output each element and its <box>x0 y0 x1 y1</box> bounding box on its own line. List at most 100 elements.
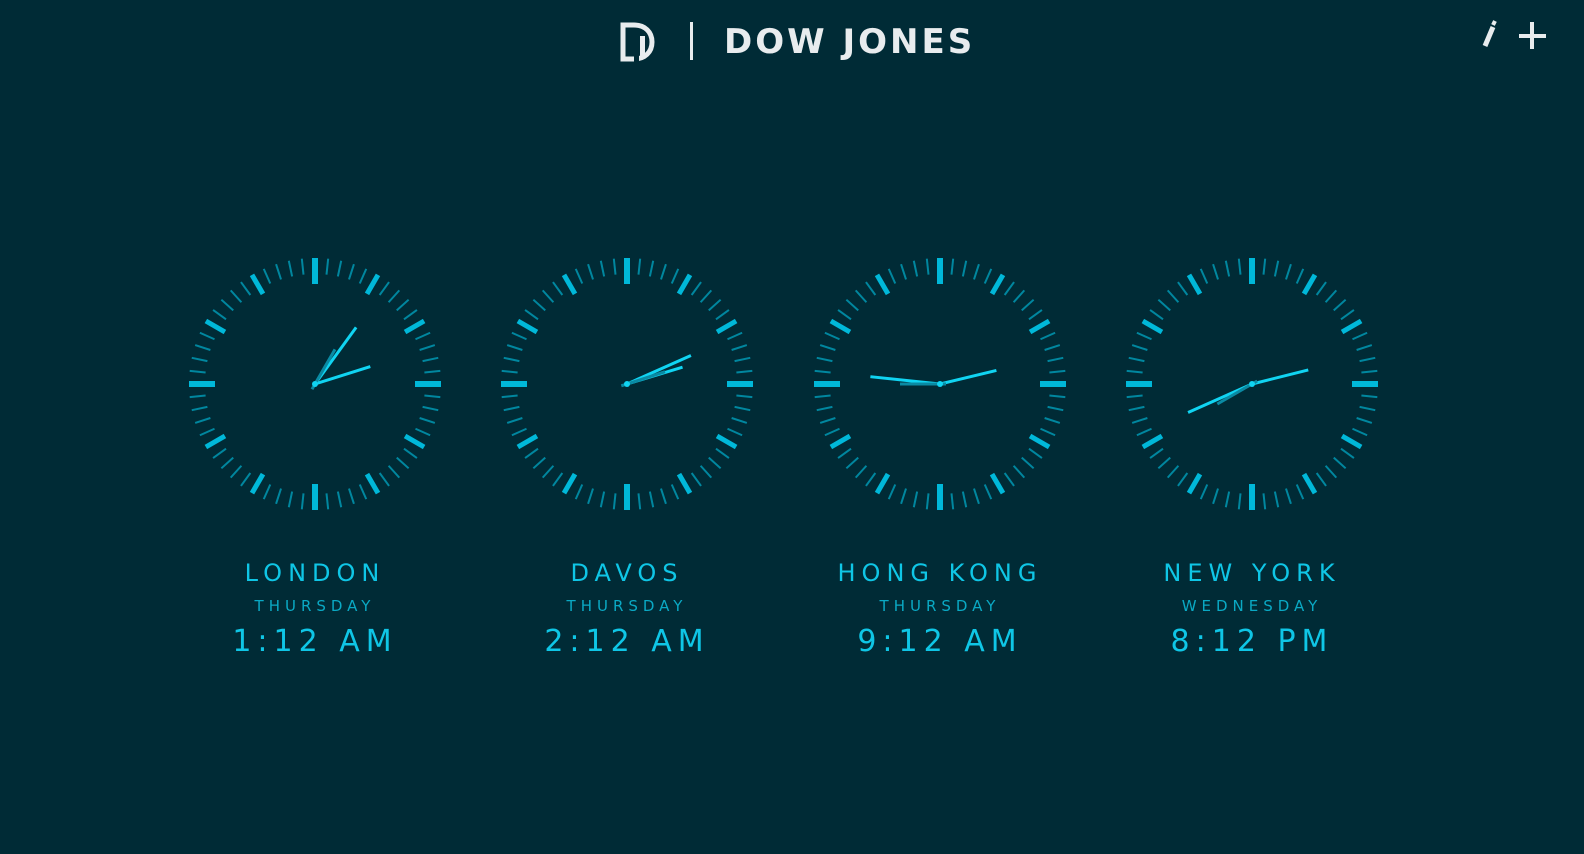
minute-tick <box>670 268 680 284</box>
minute-tick <box>599 260 606 277</box>
minute-tick <box>1315 472 1327 487</box>
minute-tick <box>199 331 215 341</box>
minute-tick <box>511 331 527 341</box>
minute-tick <box>532 298 546 312</box>
minute-tick <box>1012 465 1026 479</box>
minute-tick <box>501 369 518 374</box>
clock-center-dot <box>937 381 943 387</box>
minute-tick <box>325 493 330 510</box>
minute-tick <box>648 491 655 508</box>
minute-tick <box>396 456 410 470</box>
minute-tick <box>1157 298 1171 312</box>
minute-tick <box>501 394 518 399</box>
minute-tick <box>637 258 642 275</box>
minute-tick <box>950 258 955 275</box>
minute-tick <box>837 309 852 321</box>
clock-card-davos[interactable]: DAVOS THURSDAY 2:12 AM <box>499 256 755 676</box>
clock-day: THURSDAY <box>566 597 688 615</box>
clock-city: HONG KONG <box>837 559 1043 587</box>
minute-tick <box>199 427 215 437</box>
minute-tick <box>973 263 980 280</box>
minute-tick <box>699 289 713 303</box>
hour-tick <box>829 433 852 450</box>
clock-face <box>814 258 1066 510</box>
minute-tick <box>424 394 441 399</box>
minute-tick <box>300 493 305 510</box>
minute-tick <box>1273 491 1280 508</box>
minute-tick <box>287 260 294 277</box>
hour-tick <box>715 318 738 335</box>
minute-tick <box>1340 447 1355 459</box>
hour-tick <box>989 273 1006 296</box>
minute-tick <box>1131 344 1148 351</box>
minute-tick <box>275 488 282 505</box>
hour-tick <box>1340 318 1363 335</box>
minute-hand <box>1251 368 1309 386</box>
clock-card-london[interactable]: LONDON THURSDAY 1:12 AM <box>187 256 443 676</box>
minute-tick <box>734 356 751 363</box>
hour-tick <box>1186 472 1203 495</box>
minute-tick <box>552 281 564 296</box>
minute-tick <box>506 417 523 424</box>
minute-tick <box>422 405 439 412</box>
minute-tick <box>690 281 702 296</box>
minute-tick <box>524 447 539 459</box>
minute-tick <box>229 465 243 479</box>
minute-tick <box>1028 447 1043 459</box>
minute-tick <box>1324 465 1338 479</box>
minute-tick <box>599 491 606 508</box>
minute-tick <box>191 405 208 412</box>
hour-tick <box>516 318 539 335</box>
minute-tick <box>925 258 930 275</box>
minute-tick <box>358 268 368 284</box>
clock-card-hong-kong[interactable]: HONG KONG THURSDAY 9:12 AM <box>812 256 1068 676</box>
minute-tick <box>240 472 252 487</box>
minute-tick <box>275 263 282 280</box>
hour-tick <box>249 472 266 495</box>
minute-tick <box>419 344 436 351</box>
minute-tick <box>1003 472 1015 487</box>
minute-tick <box>912 260 919 277</box>
minute-tick <box>612 493 617 510</box>
minute-tick <box>837 447 852 459</box>
hour-tick <box>403 433 426 450</box>
hour-tick <box>204 318 227 335</box>
hour-tick <box>676 472 693 495</box>
minute-tick <box>541 465 555 479</box>
minute-tick <box>950 493 955 510</box>
minute-tick <box>574 484 584 500</box>
minute-tick <box>194 344 211 351</box>
minute-tick <box>736 394 753 399</box>
minute-tick <box>1128 356 1145 363</box>
minute-tick <box>865 281 877 296</box>
minute-tick <box>854 465 868 479</box>
hour-tick <box>676 273 693 296</box>
minute-tick <box>699 465 713 479</box>
hour-tick <box>249 273 266 296</box>
minute-tick <box>1128 405 1145 412</box>
clock-time: 1:12 AM <box>232 624 398 659</box>
minute-tick <box>587 488 594 505</box>
minute-tick <box>1340 309 1355 321</box>
minute-tick <box>212 447 227 459</box>
clock-center-dot <box>1249 381 1255 387</box>
minute-tick <box>1361 394 1378 399</box>
clock-time: 2:12 AM <box>544 624 710 659</box>
minute-tick <box>1049 369 1066 374</box>
hour-tick <box>364 472 381 495</box>
clock-day: THURSDAY <box>254 597 376 615</box>
minute-tick <box>1136 427 1152 437</box>
minute-tick <box>1126 369 1143 374</box>
minute-tick <box>731 417 748 424</box>
minute-tick <box>1295 268 1305 284</box>
minute-tick <box>1199 484 1209 500</box>
clock-card-new-york[interactable]: NEW YORK WEDNESDAY 8:12 PM <box>1124 256 1380 676</box>
minute-tick <box>1044 417 1061 424</box>
hour-tick <box>561 273 578 296</box>
minute-tick <box>887 268 897 284</box>
minute-tick <box>1359 405 1376 412</box>
minute-tick <box>736 369 753 374</box>
hour-tick <box>989 472 1006 495</box>
minute-tick <box>1359 356 1376 363</box>
minute-tick <box>532 456 546 470</box>
